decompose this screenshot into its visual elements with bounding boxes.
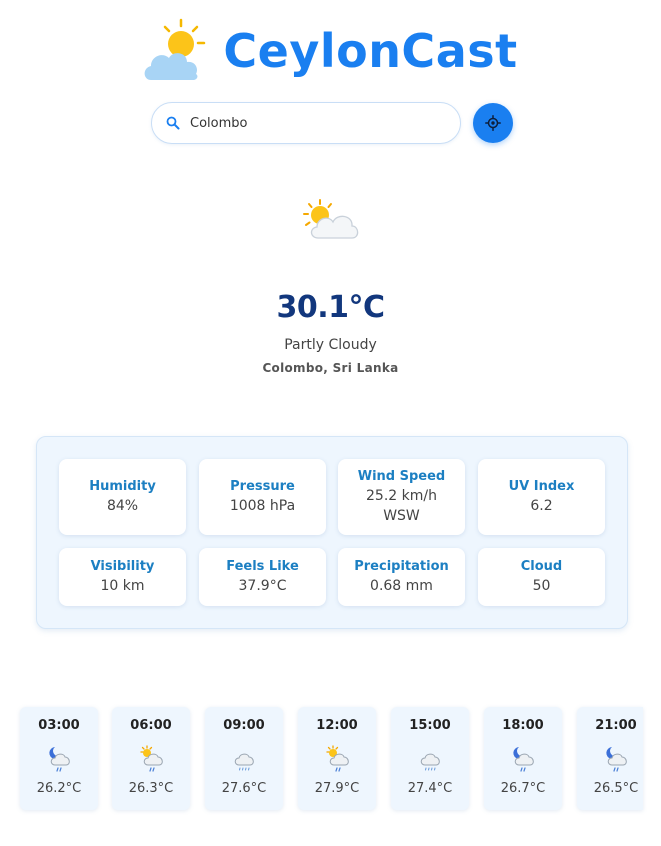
stat-label: Visibility (90, 559, 155, 574)
stat-card-humidity: Humidity 84% (59, 459, 186, 535)
search-icon (166, 116, 180, 130)
current-location-button[interactable] (473, 103, 513, 143)
hourly-card: 06:00 26.3°C (112, 707, 190, 810)
hour-temperature: 26.2°C (36, 781, 82, 796)
hour-temperature: 27.6°C (221, 781, 267, 796)
sun-behind-cloud-icon (144, 18, 206, 80)
stat-value: 50 (532, 578, 551, 594)
stat-card-feels-like: Feels Like 37.9°C (199, 548, 326, 606)
weather-app: CeylonCast Colombo 30.1°C Partly Cloudy … (0, 0, 661, 846)
hour-time: 12:00 (316, 718, 358, 733)
sun-rain-icon (140, 745, 163, 772)
stat-value: 25.2 km/h WSW (366, 488, 437, 524)
current-temperature: 30.1°C (276, 290, 385, 325)
weather-details-panel: Humidity 84% Pressure 1008 hPa Wind Spee… (36, 436, 628, 629)
stat-value: 37.9°C (238, 578, 287, 594)
night-rain-icon (606, 747, 627, 772)
hourly-card: 18:00 26.7°C (484, 707, 562, 810)
search-field-container[interactable] (151, 102, 461, 144)
stat-card-uv-index: UV Index 6.2 (478, 459, 605, 535)
hour-time: 06:00 (130, 718, 172, 733)
hour-temperature: 27.9°C (314, 781, 360, 796)
stat-label: Precipitation (354, 559, 449, 574)
hour-temperature: 27.4°C (407, 781, 453, 796)
hour-time: 21:00 (595, 718, 637, 733)
hourly-card: 21:00 26.5°C (577, 707, 643, 810)
stat-card-wind-speed: Wind Speed 25.2 km/h WSW (338, 459, 465, 535)
cloud-rain-icon (420, 753, 440, 771)
hour-time: 09:00 (223, 718, 265, 733)
stat-card-cloud: Cloud 50 (478, 548, 605, 606)
stat-value: 6.2 (530, 498, 553, 514)
hourly-card: 09:00 27.6°C (205, 707, 283, 810)
night-rain-icon (513, 747, 534, 772)
stat-label: Feels Like (226, 559, 299, 574)
cloud-rain-icon (234, 753, 254, 771)
crosshair-location-icon (485, 115, 501, 131)
current-condition: Partly Cloudy (284, 337, 377, 353)
hourly-card: 12:00 27.9°C (298, 707, 376, 810)
night-rain-icon (49, 747, 70, 772)
hour-temperature: 26.5°C (593, 781, 639, 796)
stat-label: Cloud (520, 559, 563, 574)
hour-time: 03:00 (38, 718, 80, 733)
stat-card-precipitation: Precipitation 0.68 mm (338, 548, 465, 606)
hour-temperature: 26.7°C (500, 781, 546, 796)
hour-time: 18:00 (502, 718, 544, 733)
stat-label: UV Index (508, 479, 575, 494)
stat-value: 84% (106, 498, 139, 514)
stat-label: Pressure (230, 479, 295, 494)
stat-label: Wind Speed (357, 469, 446, 484)
search-bar (151, 102, 513, 144)
stat-value: 10 km (100, 578, 145, 594)
hourly-card: 15:00 27.4°C (391, 707, 469, 810)
search-input[interactable] (188, 114, 432, 132)
hourly-card: 03:00 26.2°C (20, 707, 98, 810)
hour-temperature: 26.3°C (128, 781, 174, 796)
current-location: Colombo, Sri Lanka (262, 361, 399, 375)
app-title: CeylonCast (223, 24, 518, 78)
stat-value: 0.68 mm (370, 578, 433, 594)
app-header: CeylonCast (0, 14, 661, 88)
stat-label: Humidity (89, 479, 156, 494)
stat-value: 1008 hPa (229, 498, 296, 514)
stat-card-visibility: Visibility 10 km (59, 548, 186, 606)
stat-card-pressure: Pressure 1008 hPa (199, 459, 326, 535)
partly-cloudy-icon (303, 199, 359, 239)
hour-time: 15:00 (409, 718, 451, 733)
sun-rain-icon (326, 745, 349, 772)
